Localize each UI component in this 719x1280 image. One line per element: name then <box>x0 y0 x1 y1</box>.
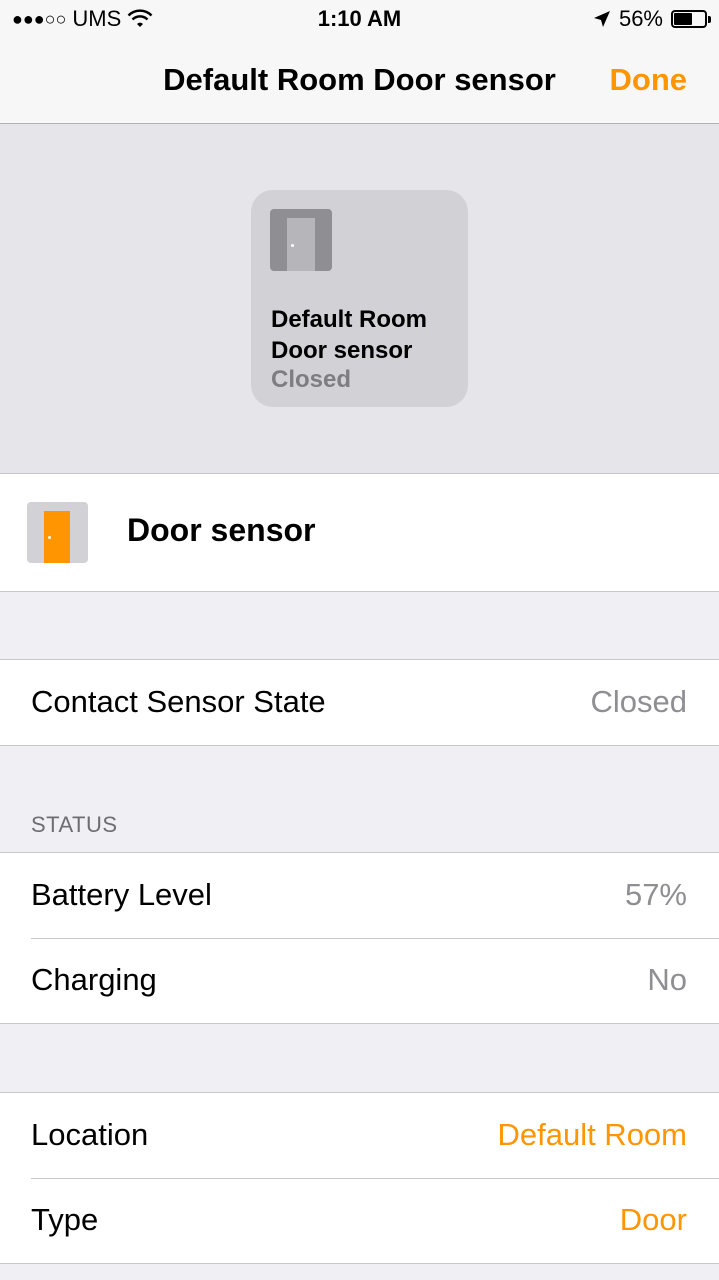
battery-icon <box>671 10 711 28</box>
charging-label: Charging <box>31 962 157 997</box>
location-label: Location <box>31 1117 149 1152</box>
charging-row: Charging No <box>0 938 719 1023</box>
contact-sensor-state-row: Contact Sensor State Closed <box>0 660 719 745</box>
door-icon <box>270 209 332 271</box>
battery-level-row: Battery Level 57% <box>0 853 719 938</box>
status-group: Battery Level 57% Charging No <box>0 852 719 1024</box>
status-right: 56% <box>593 6 711 32</box>
contact-sensor-state-value: Closed <box>590 684 688 719</box>
accessory-preview-area: Default Room Door sensor Closed <box>0 124 719 474</box>
characteristics-group: Contact Sensor State Closed <box>0 659 719 746</box>
contact-sensor-state-label: Contact Sensor State <box>31 684 326 719</box>
battery-level-label: Battery Level <box>31 877 212 912</box>
type-row[interactable]: Type Door <box>0 1178 719 1263</box>
battery-fill <box>674 13 692 25</box>
charging-value: No <box>647 962 687 997</box>
type-value[interactable]: Door <box>620 1202 687 1238</box>
status-section-header: STATUS <box>31 812 118 837</box>
accessory-name-row[interactable]: Door sensor <box>0 474 719 592</box>
type-label: Type <box>31 1202 99 1237</box>
door-icon[interactable] <box>27 502 88 563</box>
door-knob <box>291 244 294 247</box>
location-row[interactable]: Location Default Room <box>0 1093 719 1178</box>
door-knob <box>48 536 51 539</box>
tile-accessory-state: Closed <box>271 366 352 393</box>
done-button[interactable]: Done <box>610 62 688 98</box>
door-panel <box>287 218 315 271</box>
battery-level-value: 57% <box>624 877 687 912</box>
location-arrow-icon <box>593 11 610 27</box>
tile-accessory-name: Default Room Door sensor <box>271 306 427 364</box>
accessory-tile[interactable]: Default Room Door sensor Closed <box>251 190 468 407</box>
battery-percent: 56% <box>618 6 663 31</box>
navigation-bar: Default Room Door sensor Done <box>0 40 719 124</box>
location-value[interactable]: Default Room <box>497 1117 687 1153</box>
status-bar: ●●●○○ UMS 1:10 AM 56% <box>0 0 719 40</box>
accessory-name: Door sensor <box>127 512 316 548</box>
door-panel <box>44 511 70 563</box>
settings-group: Location Default Room Type Door <box>0 1092 719 1264</box>
